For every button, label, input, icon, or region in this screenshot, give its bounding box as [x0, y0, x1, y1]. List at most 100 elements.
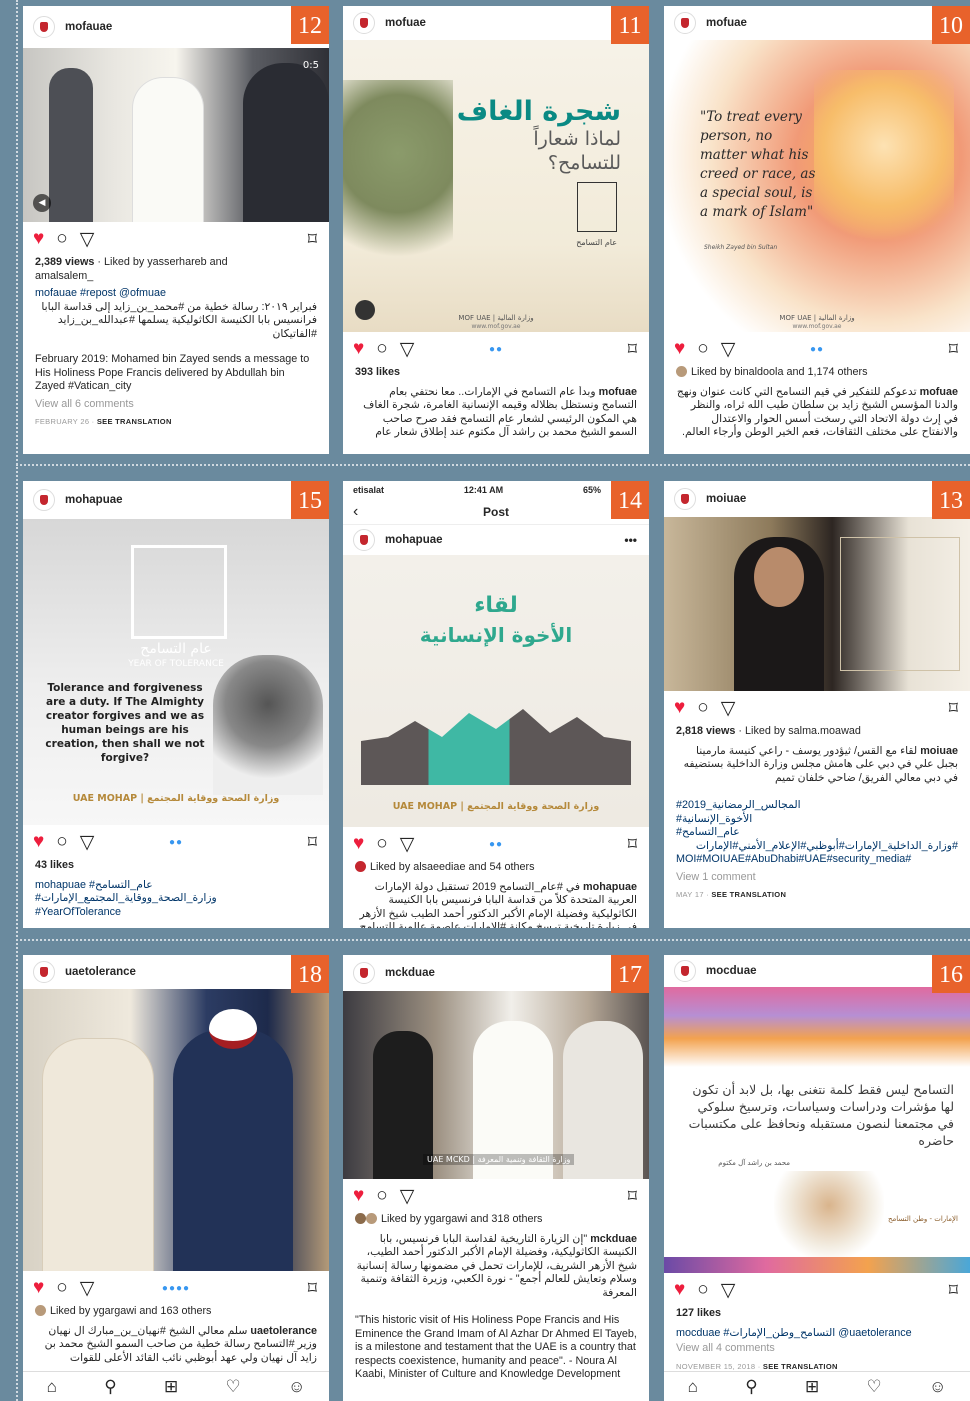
liked-by[interactable]: Liked by salma.moawad — [745, 725, 861, 737]
caption-user[interactable]: uaetolerance — [250, 1325, 317, 1337]
bookmark-icon[interactable]: ⌑ — [628, 1186, 637, 1207]
username[interactable]: mofuae — [385, 17, 426, 29]
caption-tag-1[interactable]: #المجالس_الرمضانية_2019 — [676, 799, 958, 813]
post-image[interactable]: عام التسامح YEAR OF TOLERANCE Tolerance … — [23, 519, 329, 825]
profile-icon[interactable]: ☺ — [288, 1377, 305, 1397]
heart-icon[interactable]: ♥ — [353, 1185, 364, 1207]
caption-line[interactable]: mocduae #التسامح_وطن_الإمارات @uaetolera… — [676, 1327, 958, 1341]
comment-icon[interactable]: ○ — [56, 831, 67, 853]
home-icon[interactable]: ⌂ — [688, 1377, 698, 1397]
view-comments-link[interactable]: View all 4 comments — [676, 1342, 958, 1356]
user-tag-icon[interactable] — [355, 300, 375, 320]
avatar[interactable] — [674, 12, 696, 34]
username[interactable]: mohapuae — [65, 494, 123, 506]
comment-icon[interactable]: ○ — [56, 1277, 67, 1299]
heart-icon[interactable]: ♥ — [674, 697, 685, 719]
post-image[interactable]: التسامح ليس فقط كلمة نتغنى بها، بل لابد … — [664, 987, 970, 1273]
see-translation-link[interactable]: SEE TRANSLATION — [763, 1362, 838, 1371]
post-image[interactable]: شجرة الغاف لماذا شعاراً للتسامح؟ عام الت… — [343, 40, 649, 332]
comment-icon[interactable]: ○ — [376, 833, 387, 855]
username[interactable]: mofuae — [706, 17, 747, 29]
share-icon[interactable]: ▽ — [80, 1277, 95, 1300]
avatar[interactable] — [674, 960, 696, 982]
username[interactable]: uaetolerance — [65, 966, 136, 978]
liked-by[interactable]: Liked by ygargawi and 163 others — [50, 1305, 211, 1317]
share-icon[interactable]: ▽ — [721, 338, 736, 361]
liked-by[interactable]: Liked by ygargawi and 318 others — [381, 1213, 542, 1225]
avatar[interactable] — [353, 12, 375, 34]
liked-by[interactable]: Liked by yasserhareb and — [104, 256, 228, 268]
add-post-icon[interactable]: ⊞ — [164, 1377, 178, 1397]
share-icon[interactable]: ▽ — [400, 338, 415, 361]
username[interactable]: mohapuae — [385, 534, 443, 546]
post-image[interactable]: UAE MCKD | وزارة الثقافة وتنمية المعرفة — [343, 991, 649, 1179]
comment-icon[interactable]: ○ — [56, 228, 67, 250]
caption-tag-2[interactable]: #الأخوة_الإنسانية — [676, 813, 958, 827]
caption-tag-5[interactable]: MOI#MOIUAE#AbuDhabi#UAE#security_media# — [676, 853, 958, 867]
avatar[interactable] — [674, 488, 696, 510]
back-chevron-icon[interactable]: ‹ — [353, 503, 358, 521]
share-icon[interactable]: ▽ — [400, 833, 415, 856]
avatar[interactable] — [33, 961, 55, 983]
view-comments-link[interactable]: View all 6 comments — [35, 398, 317, 412]
caption-tags[interactable]: #وزارة_الصحة_ووقاية_المجتمع_الإمارات — [35, 892, 317, 906]
bookmark-icon[interactable]: ⌑ — [308, 229, 317, 250]
bookmark-icon[interactable]: ⌑ — [308, 832, 317, 853]
avatar[interactable] — [33, 489, 55, 511]
share-icon[interactable]: ▽ — [721, 1279, 736, 1302]
bookmark-icon[interactable]: ⌑ — [949, 339, 958, 360]
comment-icon[interactable]: ○ — [376, 338, 387, 360]
bookmark-icon[interactable]: ⌑ — [628, 339, 637, 360]
heart-icon[interactable]: ♥ — [33, 228, 44, 250]
add-post-icon[interactable]: ⊞ — [805, 1377, 819, 1397]
username[interactable]: mckduae — [385, 967, 435, 979]
caption-user[interactable]: mofuae — [599, 386, 637, 398]
more-options-icon[interactable]: ••• — [624, 533, 637, 547]
search-icon[interactable]: ⚲ — [745, 1377, 757, 1397]
comment-icon[interactable]: ○ — [697, 338, 708, 360]
post-image[interactable]: "To treat every person, no matter what h… — [664, 40, 970, 332]
view-comments-link[interactable]: View 1 comment — [676, 871, 958, 885]
caption-tag-4[interactable]: #وزارة_الداخلية_الإمارات#أبوظبي#الإعلام_… — [676, 840, 958, 854]
avatar[interactable] — [353, 529, 375, 551]
heart-icon[interactable]: ♥ — [353, 833, 364, 855]
heart-icon[interactable]: ♥ — [674, 1279, 685, 1301]
post-video[interactable]: 0:5 ◀ — [23, 48, 329, 222]
caption-line[interactable]: mofauae #repost @ofmuae — [35, 287, 317, 301]
post-image[interactable] — [23, 989, 329, 1271]
liked-by[interactable]: Liked by alsaeediae and 54 others — [370, 861, 534, 873]
home-icon[interactable]: ⌂ — [47, 1377, 57, 1397]
username[interactable]: moiuae — [706, 493, 746, 505]
see-translation-link[interactable]: SEE TRANSLATION — [711, 890, 786, 899]
caption-line[interactable]: mohapuae #عام_التسامح — [35, 879, 153, 891]
profile-icon[interactable]: ☺ — [929, 1377, 946, 1397]
share-icon[interactable]: ▽ — [80, 228, 95, 251]
activity-heart-icon[interactable]: ♡ — [225, 1377, 240, 1397]
comment-icon[interactable]: ○ — [697, 697, 708, 719]
see-translation-link[interactable]: SEE TRANSLATION — [97, 417, 172, 426]
heart-icon[interactable]: ♥ — [674, 338, 685, 360]
volume-icon[interactable]: ◀ — [33, 194, 51, 212]
caption-user[interactable]: moiuae — [920, 745, 958, 757]
activity-heart-icon[interactable]: ♡ — [866, 1377, 881, 1397]
heart-icon[interactable]: ♥ — [33, 831, 44, 853]
liked-by[interactable]: Liked by binaldoola and 1,174 others — [691, 366, 867, 378]
caption-user[interactable]: mohapuae — [583, 881, 637, 893]
post-video[interactable] — [664, 517, 970, 691]
share-icon[interactable]: ▽ — [721, 697, 736, 720]
avatar[interactable] — [33, 16, 55, 38]
post-image[interactable]: لقاء الأخوة الإنسانية UAE MOHAP | وزارة … — [343, 555, 649, 827]
share-icon[interactable]: ▽ — [80, 831, 95, 854]
caption-tag-3[interactable]: #عام_التسامح — [676, 826, 958, 840]
bookmark-icon[interactable]: ⌑ — [949, 1280, 958, 1301]
bookmark-icon[interactable]: ⌑ — [949, 698, 958, 719]
heart-icon[interactable]: ♥ — [33, 1277, 44, 1299]
share-icon[interactable]: ▽ — [400, 1185, 415, 1208]
caption-tags-english[interactable]: #YearOfTolerance — [35, 906, 317, 920]
bookmark-icon[interactable]: ⌑ — [628, 834, 637, 855]
liked-by-cont[interactable]: amalsalem_ — [35, 270, 317, 284]
username[interactable]: mofauae — [65, 21, 112, 33]
comment-icon[interactable]: ○ — [376, 1185, 387, 1207]
bookmark-icon[interactable]: ⌑ — [308, 1278, 317, 1299]
comment-icon[interactable]: ○ — [697, 1279, 708, 1301]
